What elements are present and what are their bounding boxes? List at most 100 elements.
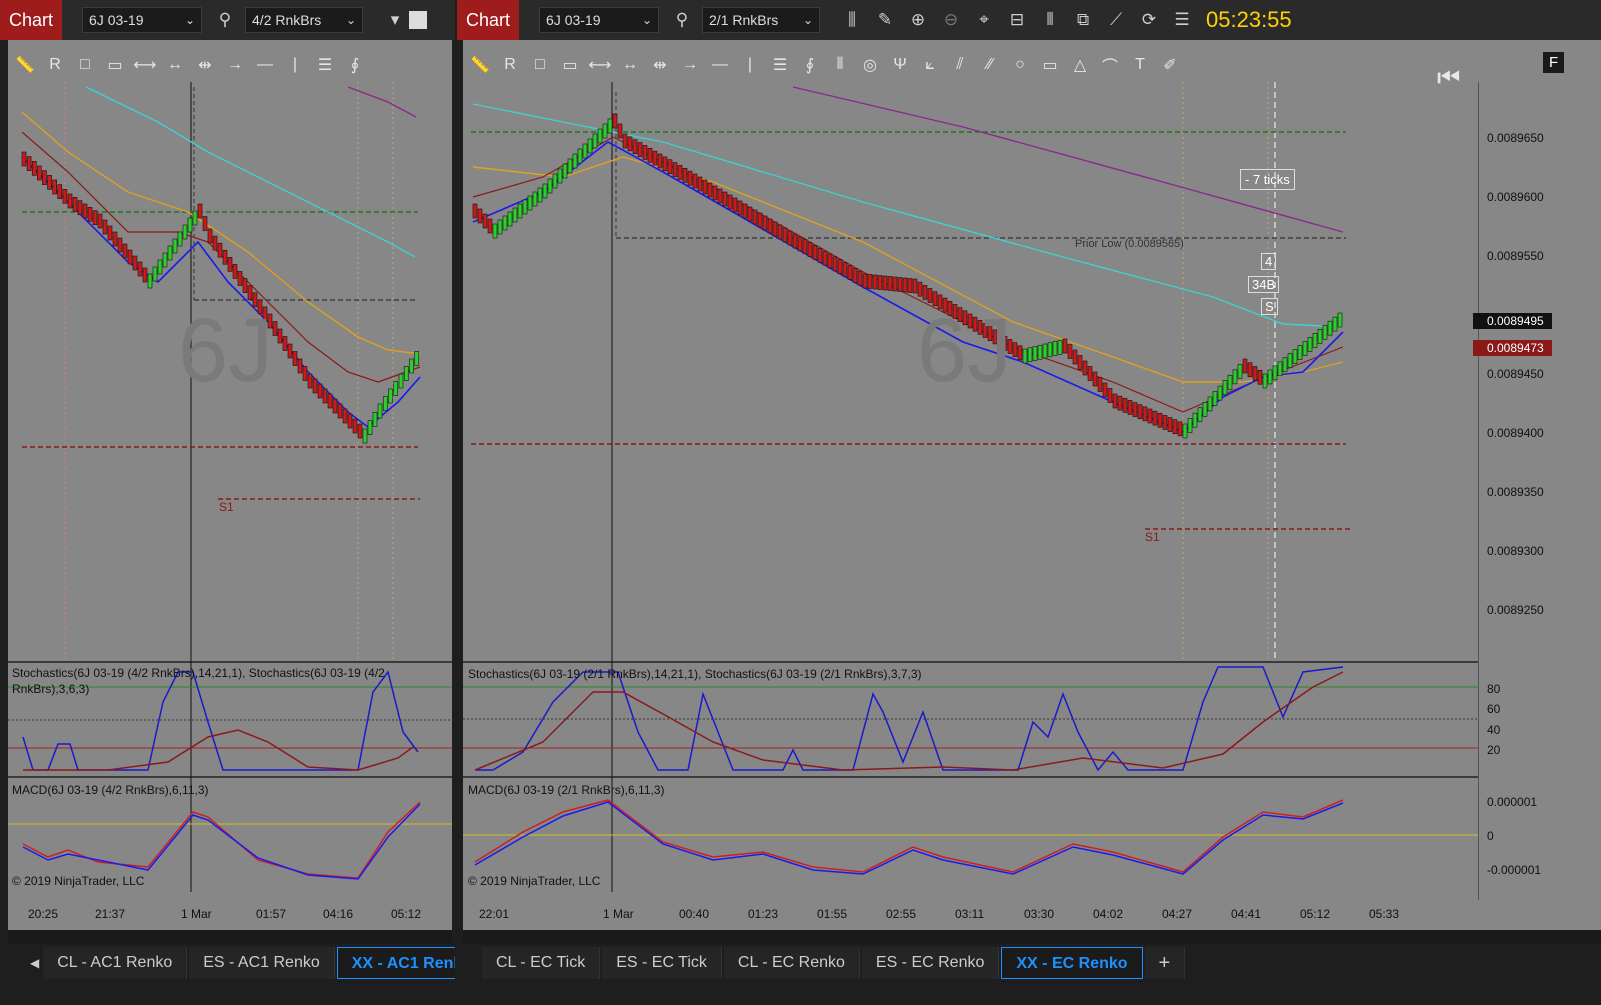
renko-brick (1127, 400, 1133, 415)
renko-brick (787, 230, 793, 246)
risk-reward-icon[interactable]: R (40, 56, 70, 74)
renko-brick (657, 153, 663, 169)
renko-brick (717, 188, 723, 204)
tab-cl-ac1-renko[interactable]: CL - AC1 Renko (43, 947, 188, 979)
data-box-icon[interactable]: ⊟ (1007, 10, 1027, 30)
renko-brick (517, 203, 523, 219)
crosshair-icon[interactable]: ⌖ (974, 10, 994, 30)
fibonacci-icon[interactable]: ☰ (310, 55, 340, 75)
ellipse-icon[interactable]: ○ (1005, 56, 1035, 74)
right-chart-canvas[interactable] (463, 82, 1478, 927)
tab-scroll-left-icon[interactable]: ◀ (30, 956, 39, 970)
bar-type-selector[interactable]: 2/1 RnkBrs ⌄ (702, 7, 821, 33)
zoom-out-icon[interactable]: ⊖ (941, 10, 961, 30)
properties-icon[interactable]: ☰ (1172, 10, 1192, 30)
renko-brick (552, 173, 558, 189)
renko-brick (1282, 357, 1288, 373)
renko-brick (752, 209, 758, 225)
vertical-line-icon[interactable]: | (280, 56, 310, 74)
region-icon[interactable]: □ (525, 56, 555, 74)
arc-icon[interactable]: ⌒ (1095, 53, 1125, 77)
drawing-tools-icon[interactable]: ⟋ (1106, 10, 1126, 30)
ray-icon[interactable]: ↔ (160, 56, 190, 74)
tab-es-ec-renko[interactable]: ES - EC Renko (861, 947, 1000, 979)
extended-line-icon[interactable]: ⇹ (190, 55, 220, 75)
tab-cl-ec-tick[interactable]: CL - EC Tick (482, 947, 601, 979)
risk-reward-icon[interactable]: R (495, 56, 525, 74)
tab-es-ac1-renko[interactable]: ES - AC1 Renko (189, 947, 335, 979)
fib-circle-icon[interactable]: ◎ (855, 55, 885, 75)
renko-brick (307, 373, 313, 389)
search-icon[interactable]: ⚲ (672, 10, 692, 30)
time-tick: 1 Mar (181, 907, 212, 921)
pencil-icon[interactable]: ✎ (875, 10, 895, 30)
corner-letter[interactable]: F (1543, 52, 1565, 73)
tab-es-ec-tick[interactable]: ES - EC Tick (602, 947, 722, 979)
renko-brick (737, 200, 743, 216)
indicators-icon[interactable]: ⫴ (1040, 10, 1060, 30)
horizontal-line-icon[interactable]: — (250, 56, 280, 74)
tab-xx-ac1-renko[interactable]: XX - AC1 Renk (336, 947, 455, 979)
renko-brick (62, 189, 68, 204)
arrow-line-icon[interactable]: → (675, 56, 705, 74)
color-box-icon[interactable] (409, 11, 428, 29)
instrument-selector[interactable]: 6J 03-19 ⌄ (82, 7, 203, 33)
price-tick: 0.0089400 (1487, 426, 1544, 440)
horizontal-line-icon[interactable]: — (705, 56, 735, 74)
time-tick: 21:37 (95, 907, 126, 921)
reload-icon[interactable]: ⟳ (1139, 10, 1159, 30)
region-icon[interactable]: □ (70, 56, 100, 74)
renko-brick (1157, 412, 1163, 428)
fib-extension-icon[interactable]: ∮ (340, 55, 370, 75)
region-highlight-icon[interactable]: ▭ (555, 55, 585, 75)
line-icon[interactable]: ⟷ (130, 55, 160, 75)
renko-brick (403, 366, 409, 381)
region-highlight-icon[interactable]: ▭ (100, 55, 130, 75)
renko-brick (1112, 393, 1118, 409)
right-horizontal-scrollbar[interactable] (463, 930, 1601, 944)
renko-brick (882, 275, 888, 291)
fib-time-icon[interactable]: ⦀ (825, 56, 855, 74)
renko-brick (472, 203, 478, 219)
text-icon[interactable]: T (1125, 56, 1155, 74)
tab-cl-ec-renko[interactable]: CL - EC Renko (723, 947, 860, 979)
extended-line-icon[interactable]: ⇹ (645, 55, 675, 75)
trend-channel-icon[interactable]: ⁄⁄ (975, 56, 1005, 74)
vertical-line-icon[interactable]: | (735, 56, 765, 74)
bar-style-icon[interactable]: ⫼ (842, 10, 862, 30)
marker-icon[interactable]: ✐ (1155, 55, 1185, 75)
renko-brick (582, 143, 588, 159)
triangle-icon[interactable]: △ (1065, 55, 1095, 75)
renko-brick (862, 273, 868, 289)
arrow-line-icon[interactable]: → (220, 56, 250, 74)
time-tick: 03:30 (1024, 907, 1055, 921)
fib-extension-icon[interactable]: ∮ (795, 55, 825, 75)
tab-xx-ec-renko[interactable]: XX - EC Renko (1001, 947, 1143, 979)
instrument-selector[interactable]: 6J 03-19 ⌄ (539, 7, 660, 33)
clock: 05:23:55 (1206, 7, 1292, 32)
zoom-in-icon[interactable]: ⊕ (908, 10, 928, 30)
bar-type-selector[interactable]: 4/2 RnkBrs ⌄ (245, 7, 364, 33)
renko-brick (352, 418, 358, 434)
ruler-icon[interactable]: 📏 (10, 55, 40, 75)
renko-brick (902, 277, 908, 293)
time-tick: 20:25 (28, 907, 59, 921)
right-price-axis[interactable]: 0.0089650 0.0089600 0.0089550 0.0089450 … (1473, 82, 1601, 900)
chart-menu-button[interactable]: Chart (0, 0, 63, 40)
rectangle-icon[interactable]: ▭ (1035, 55, 1065, 75)
search-icon[interactable]: ⚲ (215, 10, 235, 30)
gann-fan-icon[interactable]: ⟀ (915, 56, 945, 74)
strategies-icon[interactable]: ⧉ (1073, 10, 1093, 30)
add-tab-button[interactable]: + (1144, 947, 1186, 979)
regression-channel-icon[interactable]: ⫽ (945, 56, 975, 74)
ray-icon[interactable]: ↔ (615, 56, 645, 74)
line-icon[interactable]: ⟷ (585, 55, 615, 75)
price-tick: 0.0089350 (1487, 485, 1544, 499)
chevron-down-icon[interactable]: ▾ (385, 10, 405, 30)
fibonacci-icon[interactable]: ☰ (765, 55, 795, 75)
chart-menu-button[interactable]: Chart (457, 0, 520, 40)
ruler-icon[interactable]: 📏 (465, 55, 495, 75)
renko-brick (1242, 358, 1248, 374)
left-horizontal-scrollbar[interactable] (8, 930, 452, 944)
andrews-pitchfork-icon[interactable]: Ψ (885, 56, 915, 74)
